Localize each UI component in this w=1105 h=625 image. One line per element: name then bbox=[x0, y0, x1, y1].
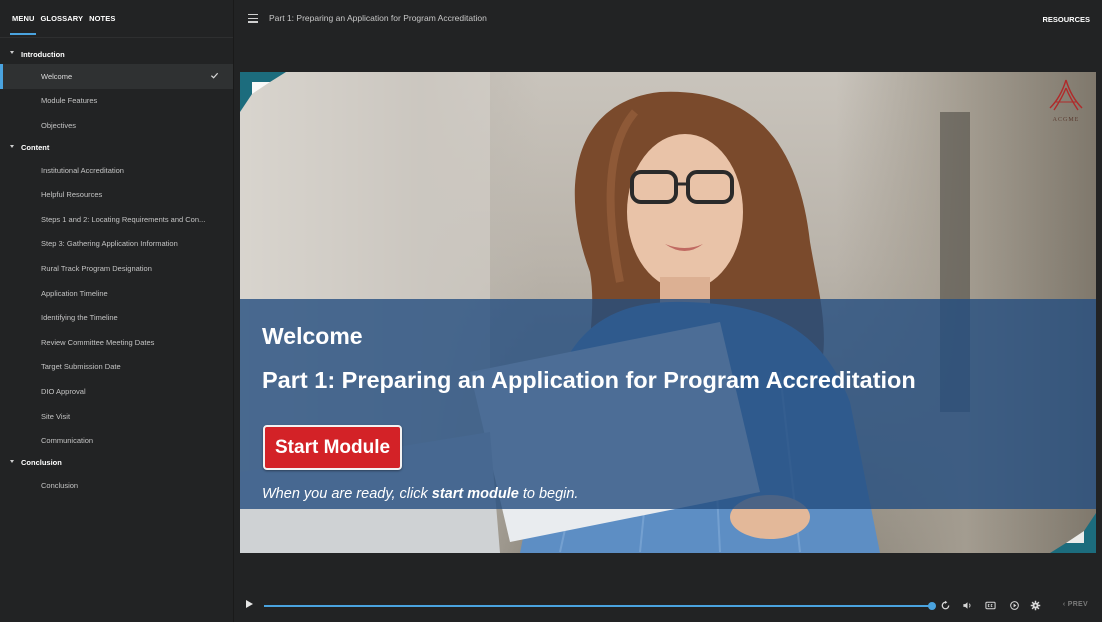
section-title: Conclusion bbox=[21, 458, 62, 468]
menu-item-label: Objectives bbox=[41, 120, 77, 130]
replay-icon[interactable] bbox=[940, 600, 951, 611]
seek-bar[interactable] bbox=[264, 605, 929, 607]
menu-item-label: Step 3: Gathering Application Informatio… bbox=[41, 239, 178, 249]
menu-item-site-visit[interactable]: Site Visit bbox=[0, 404, 233, 429]
menu-item-welcome[interactable]: Welcome bbox=[0, 64, 233, 89]
section-content[interactable]: Content bbox=[0, 138, 233, 158]
menu-item-rural-track[interactable]: Rural Track Program Designation bbox=[0, 256, 233, 281]
menu-item-label: Communication bbox=[41, 436, 94, 446]
slide-canvas: ACGME Welcome Part 1: Preparing an Appli… bbox=[240, 72, 1096, 553]
menu-item-dio-approval[interactable]: DIO Approval bbox=[0, 379, 233, 404]
chevron-left-icon: ‹ bbox=[1062, 601, 1066, 608]
menu-item-label: Site Visit bbox=[41, 411, 71, 421]
menu-item-objectives[interactable]: Objectives bbox=[0, 113, 233, 138]
acgme-logo-text: ACGME bbox=[1052, 117, 1080, 123]
menu-item-identifying-timeline[interactable]: Identifying the Timeline bbox=[0, 305, 233, 330]
caret-down-icon bbox=[10, 51, 14, 54]
gear-icon[interactable] bbox=[1030, 600, 1041, 611]
tab-notes[interactable]: NOTES bbox=[89, 14, 115, 23]
section-conclusion[interactable]: Conclusion bbox=[0, 453, 233, 473]
tab-glossary[interactable]: GLOSSARY bbox=[40, 14, 83, 23]
menu-item-communication[interactable]: Communication bbox=[0, 428, 233, 453]
menu-item-label: Welcome bbox=[41, 71, 73, 81]
section-title: Introduction bbox=[21, 49, 65, 59]
menu-item-application-timeline[interactable]: Application Timeline bbox=[0, 281, 233, 306]
tab-menu[interactable]: MENU bbox=[9, 14, 38, 35]
checkmark-icon bbox=[210, 72, 219, 79]
menu-item-label: Rural Track Program Designation bbox=[41, 263, 152, 273]
corner-decoration bbox=[240, 72, 286, 112]
instruction-text-bold: start module bbox=[431, 486, 519, 502]
title-banner: Welcome Part 1: Preparing an Application… bbox=[240, 299, 1096, 509]
acgme-logo: ACGME bbox=[1046, 78, 1086, 123]
menu-list: Introduction Welcome Module Features Obj… bbox=[0, 38, 233, 498]
playback-speed-icon[interactable] bbox=[1009, 600, 1020, 611]
section-introduction[interactable]: Introduction bbox=[0, 44, 233, 64]
course-title: Part 1: Preparing an Application for Pro… bbox=[269, 13, 487, 23]
play-icon[interactable] bbox=[246, 600, 253, 608]
resources-button[interactable]: RESOURCES bbox=[1042, 15, 1090, 24]
caret-down-icon bbox=[10, 144, 14, 148]
menu-item-module-features[interactable]: Module Features bbox=[0, 89, 233, 114]
menu-item-label: Steps 1 and 2: Locating Requirements and… bbox=[41, 214, 206, 224]
menu-item-helpful-resources[interactable]: Helpful Resources bbox=[0, 182, 233, 207]
menu-item-target-submission[interactable]: Target Submission Date bbox=[0, 355, 233, 380]
menu-item-label: Helpful Resources bbox=[41, 190, 103, 200]
module-title: Part 1: Preparing an Application for Pro… bbox=[262, 367, 916, 393]
section-title: Content bbox=[21, 143, 50, 153]
app-window: MENU GLOSSARY NOTES Introduction Welcome… bbox=[0, 0, 1105, 625]
instruction-text-start: When you are ready, click bbox=[262, 486, 432, 502]
seek-handle[interactable] bbox=[928, 602, 936, 610]
acgme-logo-mark-icon bbox=[1049, 79, 1083, 111]
closed-captions-icon[interactable] bbox=[985, 600, 996, 611]
menu-item-label: Target Submission Date bbox=[41, 362, 121, 372]
menu-item-label: Conclusion bbox=[41, 480, 79, 490]
corner-decoration bbox=[1050, 513, 1096, 553]
instruction-text: When you are ready, click start module t… bbox=[262, 486, 578, 502]
menu-item-label: Application Timeline bbox=[41, 288, 108, 298]
player-controls: ‹ PREV bbox=[234, 590, 1102, 622]
caret-down-icon bbox=[10, 459, 14, 463]
sidebar-tabs: MENU GLOSSARY NOTES bbox=[0, 0, 233, 38]
prev-button[interactable]: ‹ PREV bbox=[1063, 601, 1088, 608]
main-panel: Part 1: Preparing an Application for Pro… bbox=[234, 0, 1102, 622]
menu-item-label: Review Committee Meeting Dates bbox=[41, 337, 155, 347]
sidebar: MENU GLOSSARY NOTES Introduction Welcome… bbox=[0, 0, 234, 622]
menu-item-step-3[interactable]: Step 3: Gathering Application Informatio… bbox=[0, 232, 233, 257]
top-bar: Part 1: Preparing an Application for Pro… bbox=[234, 0, 1102, 38]
welcome-title: Welcome bbox=[262, 323, 363, 349]
hamburger-menu-icon[interactable] bbox=[248, 14, 258, 23]
volume-icon[interactable] bbox=[962, 600, 973, 611]
instruction-text-end: to begin. bbox=[518, 486, 579, 502]
menu-item-label: Module Features bbox=[41, 96, 98, 106]
menu-item-review-committee[interactable]: Review Committee Meeting Dates bbox=[0, 330, 233, 355]
menu-item-label: Identifying the Timeline bbox=[41, 313, 118, 323]
menu-item-steps-1-and-2[interactable]: Steps 1 and 2: Locating Requirements and… bbox=[0, 207, 233, 232]
menu-item-conclusion[interactable]: Conclusion bbox=[0, 473, 233, 498]
menu-item-institutional-accreditation[interactable]: Institutional Accreditation bbox=[0, 158, 233, 183]
prev-label: PREV bbox=[1067, 601, 1088, 608]
start-module-button[interactable]: Start Module bbox=[263, 425, 403, 470]
menu-item-label: Institutional Accreditation bbox=[41, 165, 124, 175]
menu-item-label: DIO Approval bbox=[41, 386, 86, 396]
